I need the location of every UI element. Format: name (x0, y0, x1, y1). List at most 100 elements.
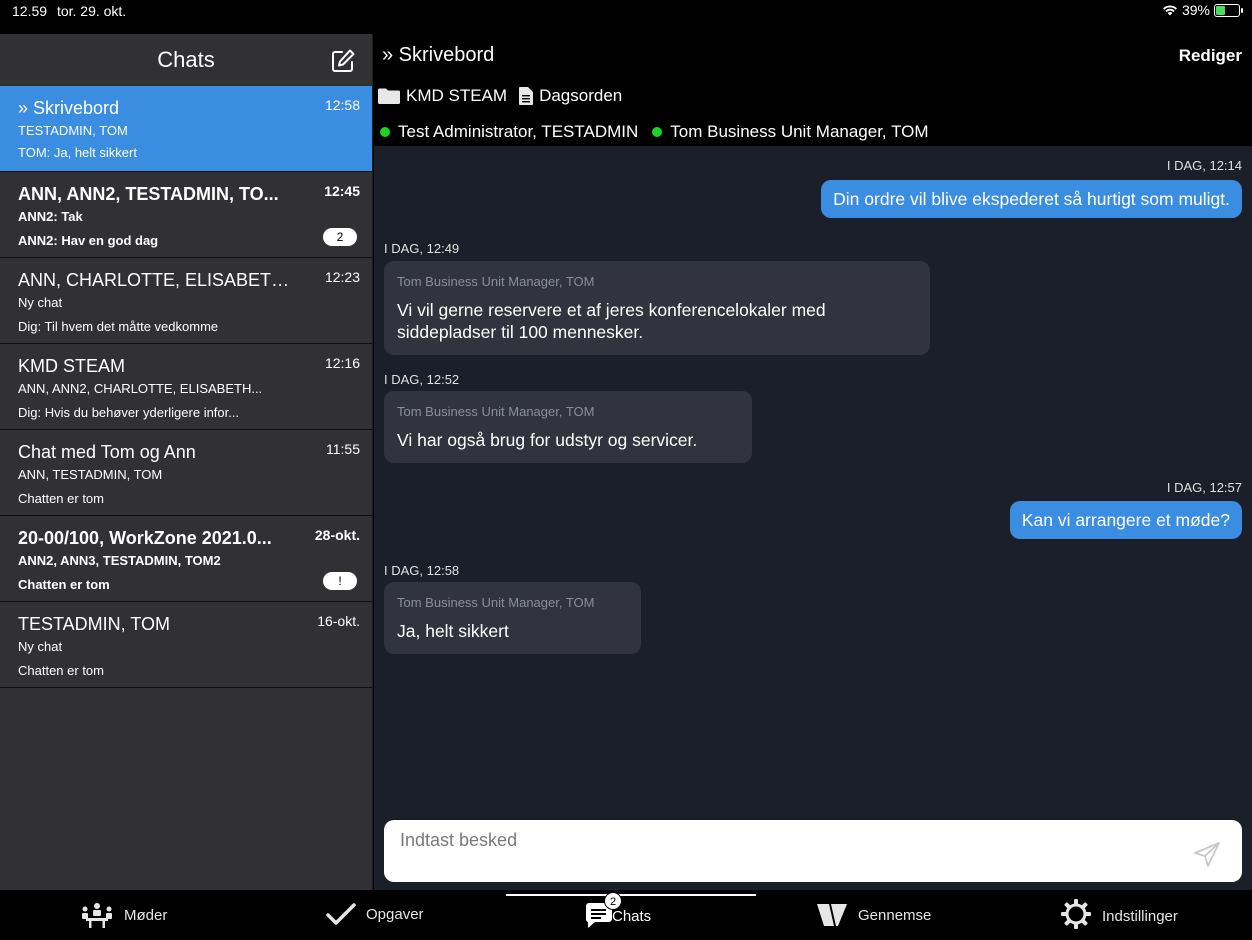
chat-title: ANN, ANN2, TESTADMIN, TO... (18, 184, 279, 204)
chat-members: Ny chat (18, 639, 63, 654)
message-sender: Tom Business Unit Manager, TOM (397, 274, 595, 289)
outgoing-message[interactable]: Din ordre vil blive ekspederet så hurtig… (821, 180, 1242, 218)
chat-time: 28-okt. (314, 527, 360, 543)
tab-meetings[interactable]: Møder (80, 902, 167, 928)
compose-icon[interactable] (330, 48, 356, 74)
chat-members: ANN2: Tak (18, 209, 83, 224)
chat-members: ANN2, ANN3, TESTADMIN, TOM2 (18, 553, 221, 568)
unread-badge: 2 (323, 228, 357, 246)
status-bar: 12.59 tor. 29. okt. 39% (0, 0, 1252, 34)
chat-members: ANN, TESTADMIN, TOM (18, 467, 163, 482)
chat-last-message: Chatten er tom (18, 577, 110, 592)
gear-icon (1061, 899, 1091, 929)
sidebar-title: Chats (157, 47, 215, 72)
chat-list-item[interactable]: ANN, ANN2, TESTADMIN, TO... 12:45 ANN2: … (0, 172, 372, 258)
message-timestamp: I DAG, 12:52 (384, 372, 460, 387)
tab-label: Opgaver (366, 905, 424, 923)
tab-label: Gennemse (858, 906, 932, 924)
chat-list-item[interactable]: ANN, CHARLOTTE, ELISABETH... 12:23 Ny ch… (0, 258, 372, 344)
status-indicators: 39% (1162, 2, 1243, 18)
chat-last-message: TOM: Ja, helt sikkert (18, 145, 137, 160)
battery-percent: 39% (1181, 2, 1210, 18)
chat-title: 20-00/100, WorkZone 2021.0... (18, 528, 272, 548)
online-status-icon (380, 127, 390, 137)
document-icon (519, 87, 534, 105)
chat-members: TESTADMIN, TOM (18, 123, 128, 138)
chat-title: Chat med Tom og Ann (18, 442, 196, 462)
message-input[interactable] (400, 830, 1160, 851)
edit-button[interactable]: Rediger (1179, 46, 1242, 66)
message-timestamp: I DAG, 12:49 (384, 241, 460, 256)
chat-list-item[interactable]: KMD STEAM 12:16 ANN, ANN2, CHARLOTTE, EL… (0, 344, 372, 430)
incoming-message[interactable]: Tom Business Unit Manager, TOM Vi har og… (384, 391, 752, 463)
tab-settings[interactable]: Indstillinger (1060, 899, 1178, 930)
chat-time: 12:23 (324, 269, 360, 285)
chat-list-item[interactable]: TESTADMIN, TOM 16-okt. Ny chat Chatten e… (0, 602, 372, 688)
chat-members: Ny chat (18, 295, 63, 310)
message-composer (384, 820, 1242, 882)
chat-title: » Skrivebord (18, 98, 120, 118)
incoming-message[interactable]: Tom Business Unit Manager, TOM Ja, helt … (384, 582, 641, 654)
sidebar-header: Chats (0, 34, 372, 86)
participant-name[interactable]: Tom Business Unit Manager, TOM (670, 122, 928, 142)
chat-last-message: Chatten er tom (18, 491, 104, 506)
tab-bar: Møder Opgaver 2 Chats Gennemse Indstilli… (0, 890, 1252, 940)
meeting-icon (82, 903, 112, 928)
chat-list-sidebar: Chats » Skrivebord 12:58 TESTADMIN, TOM … (0, 34, 373, 890)
context-links: KMD STEAM Dagsorden (378, 86, 622, 106)
chat-list-item[interactable]: Chat med Tom og Ann 11:55 ANN, TESTADMIN… (0, 430, 372, 516)
folder-icon (378, 88, 400, 104)
chat-title: KMD STEAM (18, 356, 126, 376)
wifi-icon (1162, 5, 1177, 16)
status-time: 12.59 tor. 29. okt. (12, 3, 126, 19)
send-icon[interactable] (1192, 840, 1222, 870)
tab-label: Indstillinger (1102, 907, 1178, 925)
chat-list-item[interactable]: 20-00/100, WorkZone 2021.0... 28-okt. AN… (0, 516, 372, 602)
chat-last-message: ANN2: Hav en god dag (18, 233, 159, 248)
participant-name[interactable]: Test Administrator, TESTADMIN (398, 122, 638, 142)
active-tab-indicator (506, 894, 756, 896)
tab-chats[interactable]: 2 Chats (584, 892, 652, 930)
tab-tasks[interactable]: Opgaver (326, 902, 424, 926)
online-status-icon (652, 127, 663, 137)
tab-label: Chats (612, 907, 652, 925)
checkmark-icon (326, 903, 356, 925)
conversation-header: » Skrivebord Rediger KMD STEAM Dagsorden… (374, 34, 1252, 146)
conversation-title: » Skrivebord (382, 44, 495, 66)
chat-time: 12:45 (324, 183, 360, 199)
message-text: Vi vil gerne reservere et af jeres konfe… (397, 300, 826, 320)
status-clock: 12.59 (12, 3, 48, 19)
message-timestamp: I DAG, 12:14 (1166, 158, 1242, 173)
alert-badge: ! (323, 572, 357, 590)
chat-time: 12:16 (324, 355, 360, 371)
incoming-message[interactable]: Tom Business Unit Manager, TOM Vi vil ge… (384, 261, 930, 355)
conversation-pane: » Skrivebord Rediger KMD STEAM Dagsorden… (374, 34, 1252, 890)
tab-label: Møder (124, 906, 168, 924)
chat-time: 11:55 (326, 441, 360, 457)
chat-time: 12:58 (324, 97, 360, 113)
chat-icon-wrap: 2 (584, 892, 622, 930)
chat-last-message: Dig: Til hvem det måtte vedkomme (18, 319, 219, 334)
message-timestamp: I DAG, 12:57 (1166, 480, 1242, 495)
battery-icon (1214, 3, 1243, 17)
chat-members: ANN, ANN2, CHARLOTTE, ELISABETH... (18, 381, 263, 396)
browse-icon (817, 904, 847, 926)
message-text: Vi har også brug for udstyr og servicer. (397, 430, 698, 450)
chat-title: ANN, CHARLOTTE, ELISABETH... (18, 270, 298, 290)
tab-browse[interactable]: Gennemse (816, 902, 931, 928)
document-link[interactable]: Dagsorden (539, 86, 622, 106)
chat-title: TESTADMIN, TOM (18, 614, 171, 634)
chat-time: 16-okt. (317, 613, 360, 629)
outgoing-message[interactable]: Kan vi arrangere et møde? (1009, 501, 1242, 539)
participants-list: Test Administrator, TESTADMIN Tom Busine… (380, 122, 929, 142)
chat-last-message: Chatten er tom (18, 663, 104, 678)
chat-list-item[interactable]: » Skrivebord 12:58 TESTADMIN, TOM TOM: J… (0, 86, 372, 172)
message-text: Ja, helt sikkert (397, 621, 509, 641)
chat-last-message: Dig: Hvis du behøver yderligere infor... (18, 405, 240, 420)
chats-badge: 2 (604, 892, 622, 910)
message-timestamp: I DAG, 12:58 (384, 563, 460, 578)
message-sender: Tom Business Unit Manager, TOM (397, 595, 595, 610)
message-text: siddepladser til 100 mennesker. (397, 322, 644, 342)
status-date: tor. 29. okt. (56, 3, 127, 19)
folder-link[interactable]: KMD STEAM (406, 86, 507, 106)
